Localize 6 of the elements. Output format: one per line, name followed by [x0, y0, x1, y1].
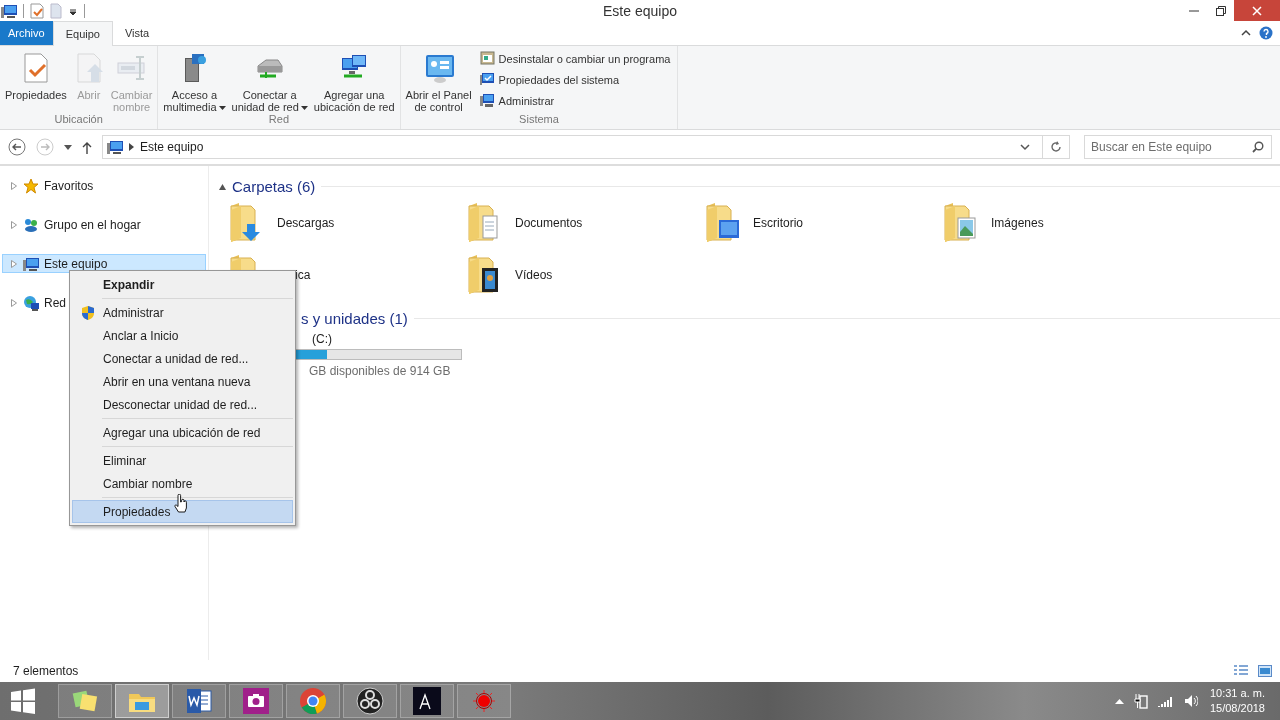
group-label: Ubicación: [53, 113, 104, 127]
group-label: Sistema: [518, 113, 560, 127]
window-title: Este equipo: [603, 3, 677, 19]
status-text: 7 elementos: [13, 664, 79, 678]
free-space-text: GB disponibles de 914 GB: [308, 364, 452, 378]
group-label: Red: [267, 113, 291, 127]
